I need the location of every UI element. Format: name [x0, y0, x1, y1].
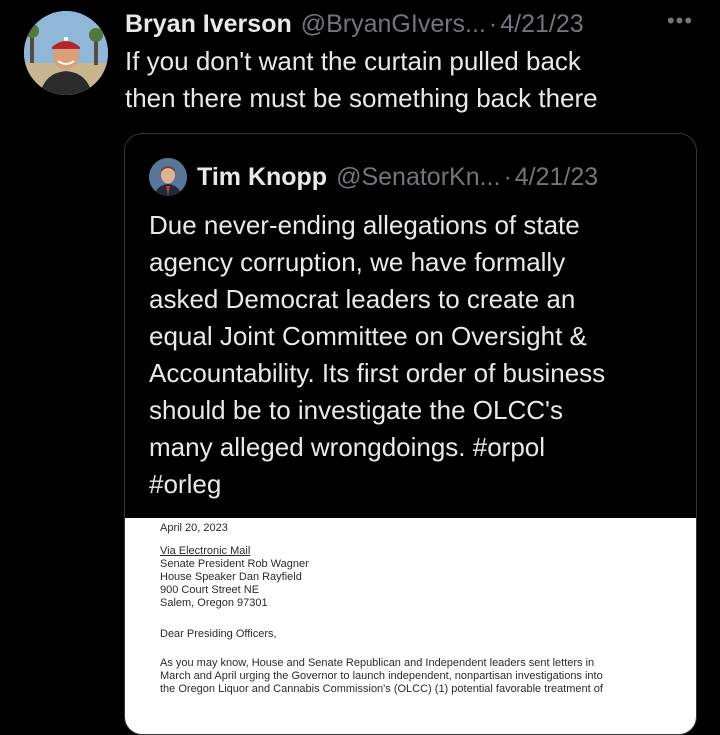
tweet[interactable]: Bryan Iverson @BryanGIvers... · 4/21/23 …	[0, 0, 720, 735]
quote-text-line: should be to investigate the OLCC's	[149, 395, 563, 425]
letter-image[interactable]: April 20, 2023 Via Electronic Mail Senat…	[125, 518, 696, 734]
letter-via: Via Electronic Mail	[160, 545, 251, 557]
quoted-tweet[interactable]: Tim Knopp @SenatorKn... · 4/21/23 Due ne…	[124, 133, 697, 735]
quote-text: Due never-ending allegations of state ag…	[149, 207, 679, 503]
quote-date[interactable]: 4/21/23	[515, 163, 598, 192]
letter-body-line: the Oregon Liquor and Cannabis Commissio…	[160, 683, 603, 695]
quote-text-line: Accountability. Its first order of busin…	[149, 358, 606, 388]
profile-photo-icon	[24, 11, 108, 95]
quote-text-line: #orleg	[149, 469, 222, 499]
letter-address-line: Salem, Oregon 97301	[160, 597, 268, 609]
quote-text-line: asked Democrat leaders to create an	[149, 284, 576, 314]
tweet-date[interactable]: 4/21/23	[500, 10, 583, 39]
letter-body-line: March and April urging the Governor to l…	[160, 670, 603, 682]
tweet-text-line: then there must be something back there	[125, 83, 598, 113]
letter-address-line: 900 Court Street NE	[160, 584, 260, 596]
quote-author-name[interactable]: Tim Knopp	[197, 163, 327, 192]
more-options-icon[interactable]: •••	[664, 8, 696, 36]
avatar[interactable]	[24, 11, 108, 95]
quote-text-line: Due never-ending allegations of state	[149, 210, 580, 240]
profile-photo-icon	[149, 158, 187, 196]
quote-header: Tim Knopp @SenatorKn... · 4/21/23	[197, 158, 687, 196]
separator-dot: ·	[488, 9, 498, 38]
letter-salutation: Dear Presiding Officers,	[160, 628, 277, 640]
quote-text-line: many alleged wrongdoings. #orpol	[149, 432, 546, 462]
quote-author-handle[interactable]: @SenatorKn...	[336, 163, 500, 192]
author-name[interactable]: Bryan Iverson	[125, 10, 292, 39]
letter-address-line: House Speaker Dan Rayfield	[160, 571, 302, 583]
author-handle[interactable]: @BryanGIvers...	[301, 10, 486, 39]
letter-address-line: Senate President Rob Wagner	[160, 558, 309, 570]
letter-date: April 20, 2023	[160, 522, 228, 534]
quote-text-line: equal Joint Committee on Oversight &	[149, 321, 587, 351]
letter-body-line: As you may know, House and Senate Republ…	[160, 657, 595, 669]
tweet-text-line: If you don't want the curtain pulled bac…	[125, 46, 581, 76]
separator-dot: ·	[503, 162, 512, 191]
quote-text-line: agency corruption, we have formally	[149, 247, 566, 277]
tweet-text: If you don't want the curtain pulled bac…	[125, 43, 705, 117]
quote-avatar[interactable]	[149, 158, 187, 196]
tweet-header: Bryan Iverson @BryanGIvers... · 4/21/23	[125, 6, 705, 42]
